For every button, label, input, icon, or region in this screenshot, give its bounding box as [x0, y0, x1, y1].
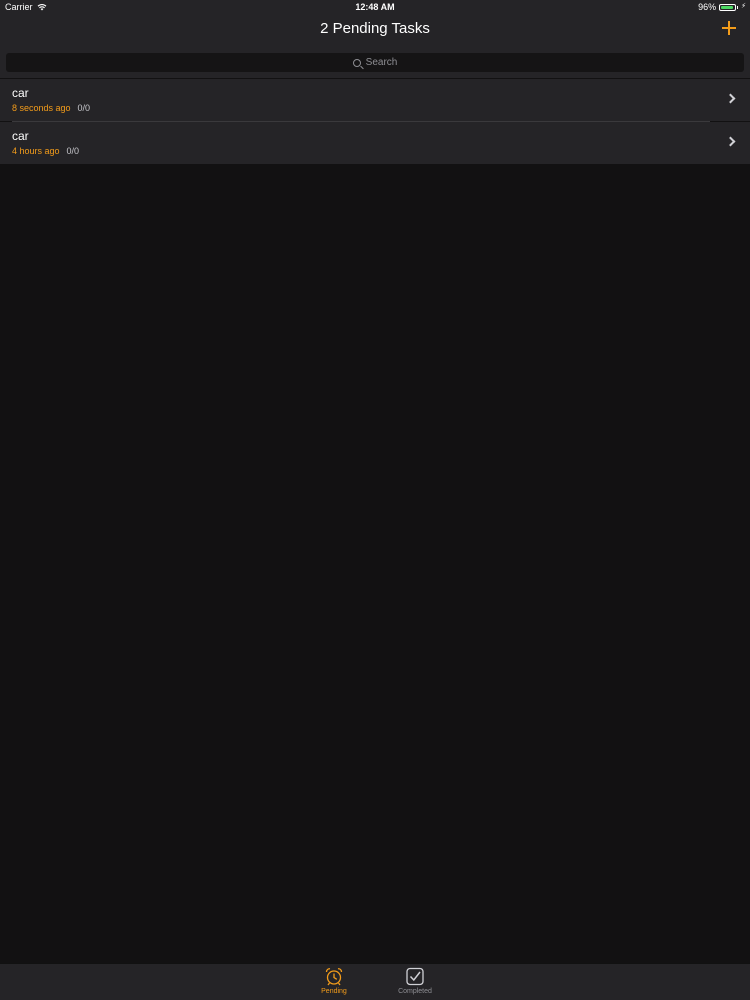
task-time: 4 hours ago: [12, 146, 60, 156]
task-title: car: [12, 129, 29, 143]
task-time: 8 seconds ago: [12, 103, 71, 113]
task-progress: 0/0: [77, 103, 91, 113]
chevron-right-icon: [725, 93, 736, 104]
task-row[interactable]: car 4 hours ago 0/0: [0, 122, 750, 164]
chevron-right-icon: [725, 136, 736, 147]
search-area: Search: [0, 46, 750, 78]
tab-bar: Pending Completed: [0, 963, 750, 1000]
status-time: 12:48 AM: [355, 2, 395, 12]
task-title: car: [12, 86, 29, 100]
page-title: 2 Pending Tasks: [320, 20, 430, 37]
battery-fill: [721, 5, 734, 9]
search-input[interactable]: Search: [6, 53, 744, 72]
task-list: car 8 seconds ago 0/0 car 4 hours ago 0/…: [0, 79, 750, 164]
status-right: 96% ⚡: [698, 0, 746, 14]
battery-cap: [737, 5, 739, 9]
tab-completed[interactable]: Completed: [385, 967, 445, 995]
tab-pending-label: Pending: [321, 988, 347, 995]
task-meta: 8 seconds ago 0/0: [12, 103, 90, 113]
navigation-bar: 2 Pending Tasks: [0, 14, 750, 46]
charging-bolt-icon: ⚡: [741, 3, 746, 10]
battery-icon: [719, 3, 737, 11]
task-meta: 4 hours ago 0/0: [12, 146, 79, 156]
tab-completed-label: Completed: [398, 988, 432, 995]
search-icon: [352, 58, 361, 67]
tab-pending[interactable]: Pending: [304, 967, 364, 995]
battery-percent: 96%: [698, 2, 717, 12]
search-placeholder: Search: [365, 57, 398, 68]
alarm-clock-icon: [325, 968, 343, 986]
app-screen: Carrier 12:48 AM 96% ⚡ 2 Pending Tasks S…: [0, 0, 750, 1000]
task-progress: 0/0: [66, 146, 80, 156]
status-bar: Carrier 12:48 AM 96% ⚡: [0, 0, 750, 14]
add-task-button[interactable]: [722, 21, 736, 35]
checkbox-icon: [406, 967, 424, 986]
task-row[interactable]: car 8 seconds ago 0/0: [0, 79, 750, 121]
